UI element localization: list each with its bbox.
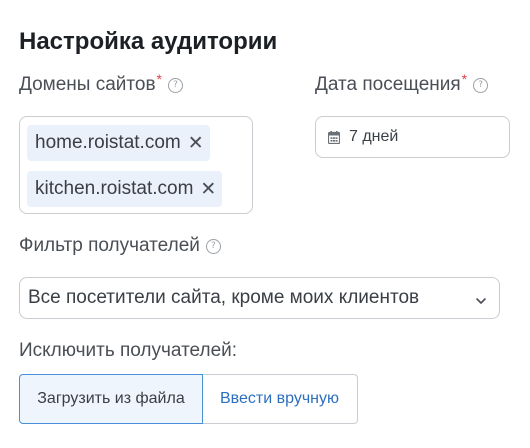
recipient-filter-select[interactable]: Все посетители сайта, кроме моих клиенто… <box>19 277 500 319</box>
help-icon[interactable]: ? <box>205 238 221 254</box>
exclude-label: Исключить получателей: <box>19 340 238 361</box>
recipient-filter-label-row: Фильтр получателей? <box>19 235 221 257</box>
upload-from-file-button[interactable]: Загрузить из файла <box>19 374 203 424</box>
domains-label-row: Домены сайтов *? <box>19 71 183 96</box>
recipient-filter-label: Фильтр получателей <box>19 235 200 256</box>
enter-manually-button[interactable]: Ввести вручную <box>202 374 358 424</box>
visit-date-picker[interactable]: 7 дней <box>315 116 510 158</box>
domain-tag: home.roistat.com ✕ <box>27 125 210 161</box>
required-mark: * <box>156 71 162 87</box>
required-mark: * <box>461 71 468 87</box>
chevron-down-icon <box>475 291 487 304</box>
help-icon[interactable]: ? <box>168 77 183 93</box>
page-title: Настройка аудитории <box>19 28 278 55</box>
domains-input[interactable]: home.roistat.com ✕ kitchen.roistat.com ✕ <box>19 116 253 214</box>
help-icon[interactable]: ? <box>473 77 489 93</box>
domain-tag: kitchen.roistat.com ✕ <box>27 171 223 207</box>
domains-label: Домены сайтов <box>19 74 156 95</box>
domain-tag-label: home.roistat.com <box>35 132 181 153</box>
calendar-icon <box>327 130 341 144</box>
recipient-filter-value: Все посетители сайта, кроме моих клиенто… <box>28 287 420 308</box>
visit-date-value: 7 дней <box>349 128 399 145</box>
domain-tag-label: kitchen.roistat.com <box>35 178 194 199</box>
close-icon[interactable]: ✕ <box>200 179 216 199</box>
visit-date-label-row: Дата посещения *? <box>315 71 489 96</box>
close-icon[interactable]: ✕ <box>188 133 204 153</box>
visit-date-label: Дата посещения <box>315 74 461 95</box>
